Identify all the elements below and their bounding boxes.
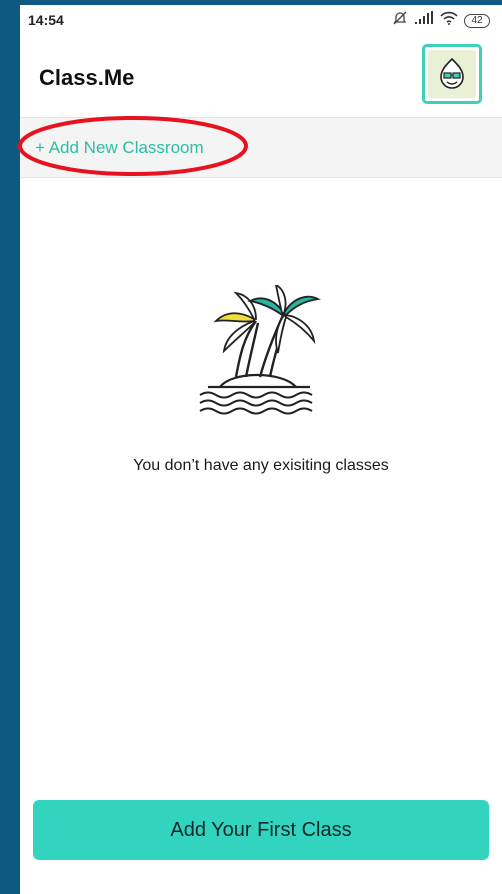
add-your-first-class-button[interactable]: Add Your First Class	[33, 800, 489, 860]
palm-island-icon	[199, 285, 321, 415]
app-title: Class.Me	[39, 65, 135, 90]
avatar-face-with-glasses-icon	[428, 50, 476, 98]
add-new-classroom-link[interactable]: + Add New Classroom	[35, 138, 204, 158]
mute-icon	[392, 10, 408, 31]
status-bar: 14:54 42	[20, 5, 502, 35]
add-classroom-bar: + Add New Classroom	[20, 117, 502, 178]
phone-screen: 14:54 42 Class.Me + Add New Classroom Yo…	[18, 5, 502, 894]
app-header: Class.Me	[20, 35, 502, 117]
empty-state-message: You don’t have any exisiting classes	[133, 457, 389, 474]
status-icons: 42	[392, 10, 490, 31]
battery-icon: 42	[464, 13, 490, 28]
window-frame-left	[0, 0, 20, 894]
wifi-icon	[440, 11, 458, 30]
status-time: 14:54	[28, 12, 64, 28]
signal-icon	[414, 11, 434, 30]
avatar-button[interactable]	[422, 44, 482, 104]
